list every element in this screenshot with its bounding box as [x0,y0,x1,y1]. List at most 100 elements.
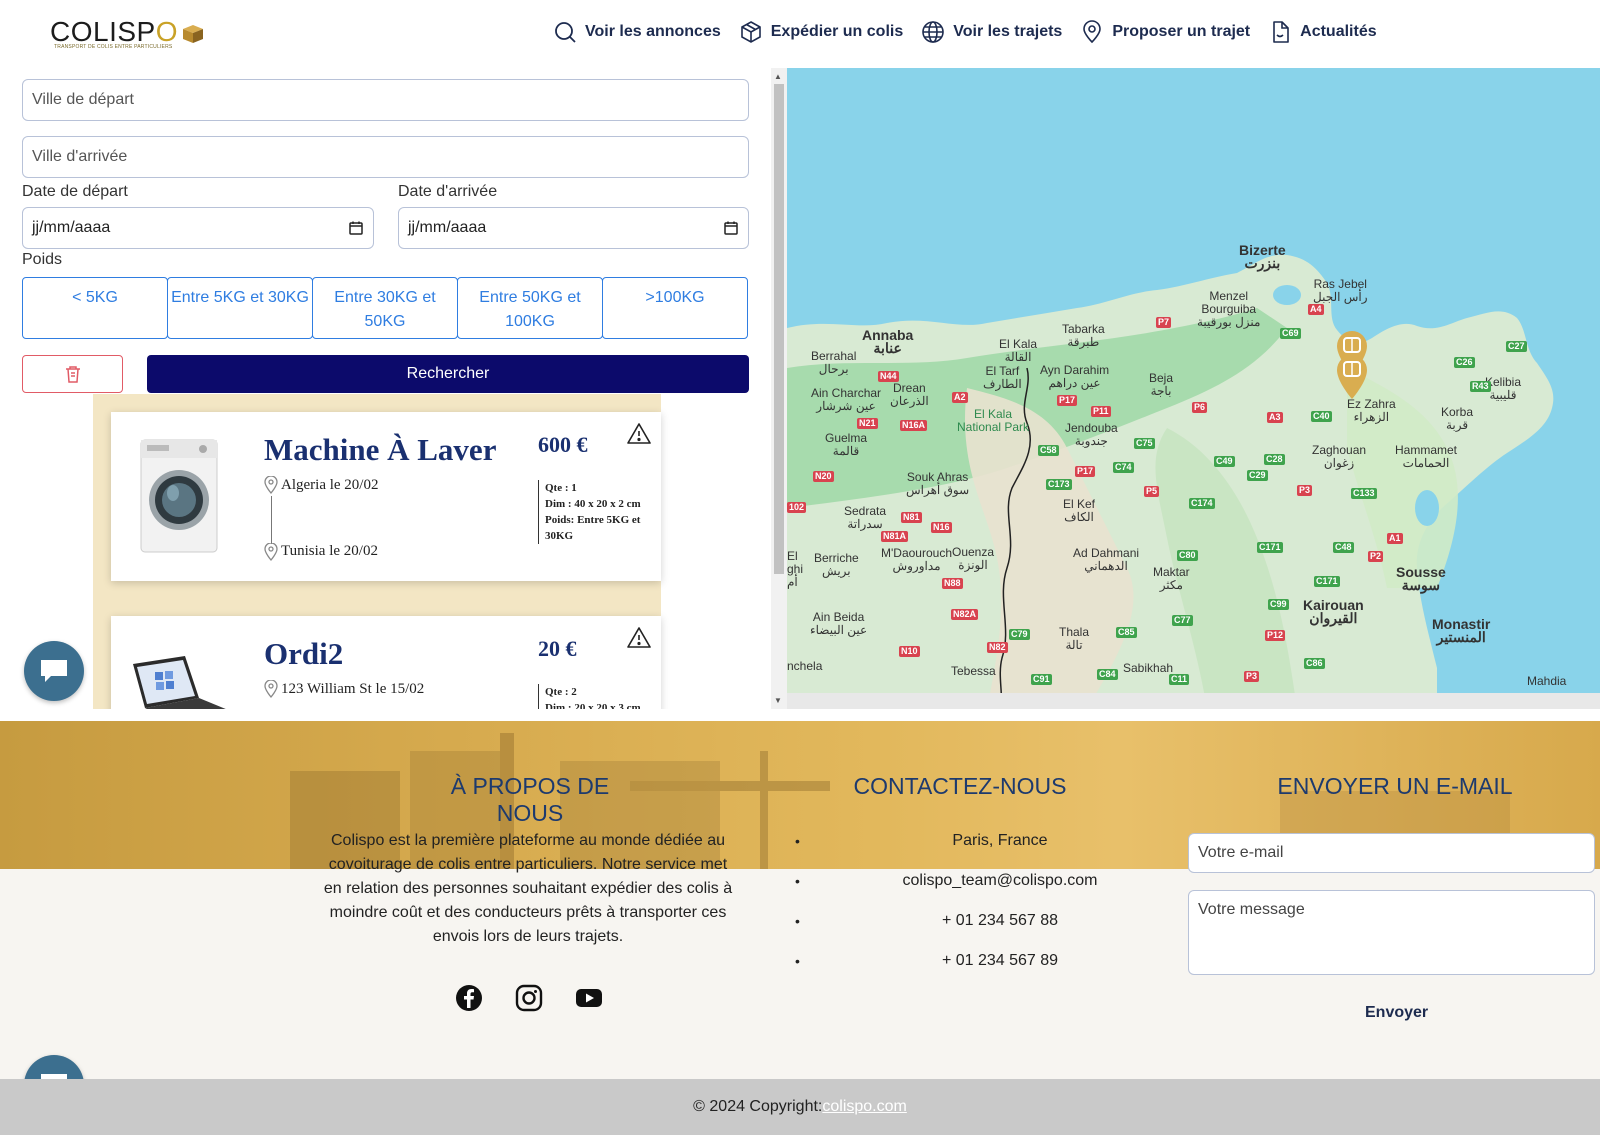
weight-option-5-30[interactable]: Entre 5KG et 30KG [167,277,313,339]
weight-option-lt5[interactable]: < 5KG [22,277,168,339]
map-label: El Kala National Park [957,407,1030,434]
arrival-date-input[interactable]: jj/mm/aaaa [398,207,749,249]
contact-phone[interactable]: + 01 234 567 89 [790,949,1190,989]
calendar-icon[interactable] [723,220,739,236]
road-shield: C28 [1264,454,1285,465]
map-label: Sedrata سدراتة [844,504,887,531]
road-shield: C133 [1351,488,1377,499]
map-label: El Kala القالة [999,337,1038,364]
road-shield: C99 [1268,599,1289,610]
map-label: Berrahal برحال [811,349,857,376]
nav-expedier-colis[interactable]: Expédier un colis [739,20,903,44]
instagram-icon[interactable] [515,984,543,1012]
clear-filters-button[interactable] [22,355,123,393]
contact-list: Paris, France colispo_team@colispo.com +… [790,829,1190,989]
copyright-link[interactable]: colispo.com [822,1098,906,1116]
map-label: M'Daourouch مداوروش [881,546,952,573]
nav-voir-annonces[interactable]: Voir les annonces [553,20,721,44]
map-label: Ouenza الونزة [952,545,995,572]
listing-details: Qte : 2 Dim : 20 x 20 x 3 cm [538,684,648,709]
listing-card[interactable]: Machine À Laver 600 € Algeria le 20/02 T… [111,412,661,581]
youtube-icon[interactable] [575,984,603,1012]
listing-origin: 123 William St le 15/02 [281,681,425,697]
road-shield: C49 [1214,456,1235,467]
route-line [271,496,272,544]
map-attribution-bar [787,693,1600,709]
listing-destination: Tunisia le 20/02 [281,543,378,559]
map-label: Zaghouan زغوان [1312,443,1367,470]
road-shield: N16A [900,420,928,431]
road-shield: C77 [1172,615,1193,626]
scroll-down-arrow-icon[interactable]: ▼ [774,696,782,705]
arrival-city-input[interactable]: Ville d'arrivée [22,136,749,178]
brand-logo[interactable]: COLISPO TRANSPORT DE COLIS ENTRE PARTICU… [50,18,206,50]
road-shield: P5 [1144,486,1160,497]
map-label: Tabarka طبرقة [1062,322,1105,349]
map-label: Souk Ahras سوق أهراس [906,470,970,497]
package-icon [740,21,761,43]
contact-email[interactable]: colispo_team@colispo.com [790,869,1190,909]
road-shield: C74 [1113,462,1134,473]
location-pin-icon [264,543,278,561]
map-label: Ez Zahra الزهراء [1347,397,1396,424]
map-label: El Kef الكاف [1063,497,1096,524]
facebook-icon[interactable] [455,984,483,1012]
location-pin-icon [264,680,278,698]
search-button[interactable]: Rechercher [147,355,749,393]
site-footer: À PROPOS DE NOUS Colispo est la première… [0,721,1600,1115]
road-shield: P17 [1057,395,1078,406]
map-label: Ain Charchar عين شرشار [811,386,882,413]
email-input[interactable]: Votre e-mail [1188,833,1595,873]
location-pin-icon [1083,20,1102,44]
road-shield: C48 [1333,542,1354,553]
listing-card[interactable]: Ordi2 20 € 123 William St le 15/02 Qte :… [111,616,661,709]
laptop-image [133,656,226,709]
contact-title: CONTACTEZ-NOUS [853,773,1067,799]
road-shield: R43 [1470,381,1491,392]
copyright-text: © 2024 Copyright: [693,1098,823,1115]
weight-option-30-50[interactable]: Entre 30KG et 50KG [312,277,458,339]
map-label: Annaba عنابة [862,327,914,356]
scrollbar-thumb[interactable] [774,84,784,574]
map-label: Maktar مكثر [1153,565,1190,592]
road-shield: C75 [1134,438,1155,449]
map-label: Ras Jebel رأس الجبل [1313,277,1368,304]
road-shield: N21 [857,418,878,429]
map-label: Jendouba جندوبة [1065,421,1118,448]
map-label: Ain Beida عين البيضاء [810,610,868,637]
road-shield: C69 [1280,328,1301,339]
calendar-icon[interactable] [348,220,364,236]
road-shield: C40 [1311,411,1332,422]
road-shield: P3 [1297,485,1313,496]
departure-date-input[interactable]: jj/mm/aaaa [22,207,374,249]
chat-button[interactable] [24,641,84,701]
road-shield: N10 [899,646,920,657]
report-warning-icon[interactable] [627,626,651,650]
road-shield: C26 [1454,357,1475,368]
report-warning-icon[interactable] [627,422,651,446]
listing-price: 20 € [538,636,577,661]
road-shield: N82A [951,609,979,620]
nav-proposer-trajet[interactable]: Proposer un trajet [1080,20,1250,44]
departure-city-input[interactable]: Ville de départ [22,79,749,121]
nav-actualites[interactable]: Actualités [1268,20,1377,44]
road-shield: C91 [1031,674,1052,685]
weight-option-gt100[interactable]: >100KG [602,277,748,339]
map-view[interactable]: Bizerte بنزرت Ras Jebel رأس الجبل Menzel… [787,68,1600,709]
send-email-button[interactable]: Envoyer [1365,1004,1428,1022]
map-marker-icon[interactable] [1335,354,1369,400]
nav-voir-trajets[interactable]: Voir les trajets [921,20,1062,44]
map-label: El ghi أم [787,549,804,589]
contact-phone[interactable]: + 01 234 567 88 [790,909,1190,949]
search-icon [555,22,576,43]
map-label: Berriche بريش [814,551,859,578]
road-shield: N16 [931,522,952,533]
scroll-up-arrow-icon[interactable]: ▲ [774,72,782,81]
road-shield: C80 [1177,550,1198,561]
about-text: Colispo est la première plateforme au mo… [323,832,733,945]
message-textarea[interactable]: Votre message [1188,890,1595,975]
map-label: Menzel Bourguiba منزل بورقيبة [1197,289,1261,329]
about-title: À PROPOS DE NOUS [450,773,610,826]
road-shield: C79 [1009,629,1030,640]
weight-option-50-100[interactable]: Entre 50KG et 100KG [457,277,603,339]
